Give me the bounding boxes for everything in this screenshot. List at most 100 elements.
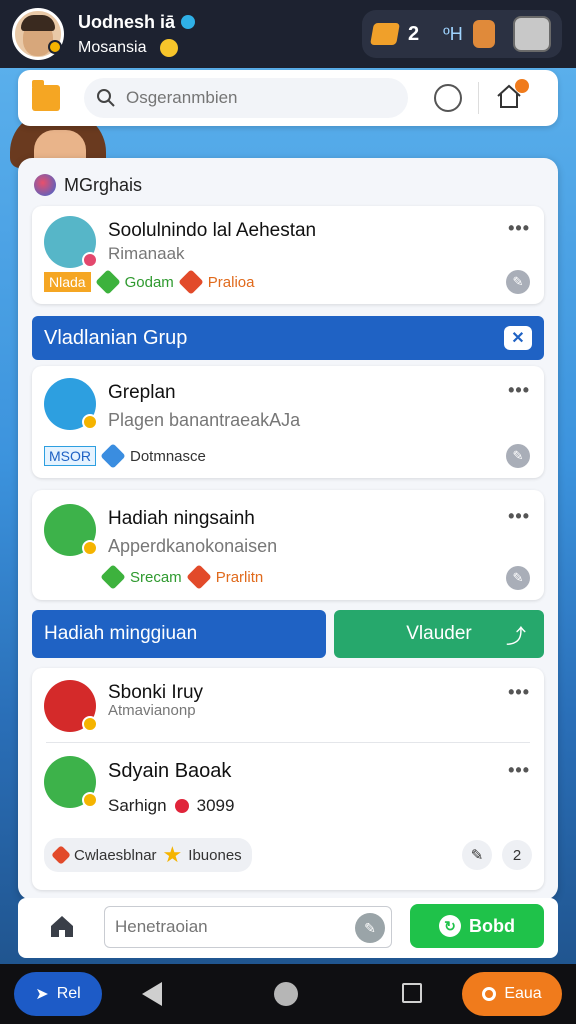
folder-icon[interactable] (32, 80, 60, 111)
avatar (44, 378, 98, 430)
action-row: Hadiah minggiuan Vlauder ⤴ (32, 610, 544, 658)
notification-dot (515, 78, 529, 93)
edit-icon[interactable]: ✎ (462, 840, 492, 870)
group-panel: MGrghais Soolulnindo lal Aehestan Rimana… (18, 158, 558, 900)
list-group: Sbonki Iruy Atmavianonp ••• Sdyain Baoak… (32, 668, 544, 890)
chip-label: Ibuones (188, 846, 242, 864)
bucket-icon[interactable] (512, 16, 551, 52)
star-icon (178, 269, 204, 295)
gem-icon (370, 23, 400, 45)
edit-icon[interactable]: ✎ (506, 566, 530, 590)
card-subtitle: Sarhign 3099 (108, 796, 234, 816)
card-title: Greplan (108, 382, 176, 403)
divider (478, 82, 479, 114)
card-title: Soolulnindo lal Aehestan (108, 220, 317, 241)
avatar-hair (21, 15, 55, 31)
message-input[interactable] (115, 917, 335, 937)
validate-button[interactable]: Vlauder ⤴ (334, 610, 544, 658)
send-button[interactable]: ↻ Bobd (410, 904, 544, 948)
card-subtitle: Atmavianonp (108, 702, 196, 719)
verified-icon (181, 15, 196, 29)
nav-left-label: Rel (56, 985, 81, 1002)
currency-panel[interactable]: 2 ºH (362, 10, 562, 58)
list-item[interactable]: Hadiah ningsainh Apperdkanokonaisen ••• … (32, 490, 544, 600)
chip[interactable]: Cwlaesblnar ★ Ibuones (44, 838, 252, 872)
chip-row: Cwlaesblnar ★ Ibuones (44, 838, 252, 872)
chip-label: Godam (124, 273, 174, 291)
user-sub-row: Mosansia (78, 38, 195, 57)
nav-left-button[interactable]: ➤ Rel (14, 972, 102, 1016)
weekly-reward-button[interactable]: Hadiah minggiuan (32, 610, 326, 658)
panel-title: MGrghais (64, 174, 143, 195)
leaf-icon (100, 564, 126, 590)
avatar (44, 216, 98, 268)
home-icon[interactable] (48, 912, 76, 940)
user-name-row: Uodnesh iā (78, 11, 196, 33)
system-nav-bar: ➤ Rel Eaua (0, 964, 576, 1024)
validate-label: Vlauder (406, 623, 472, 644)
tag-row: MSOR Dotmnasce (44, 443, 206, 469)
user-info: Uodnesh iā Mosansia (78, 11, 196, 57)
message-field[interactable]: ✎ (104, 906, 392, 948)
count-button[interactable]: 2 (502, 840, 532, 870)
avatar[interactable] (44, 756, 98, 808)
card-subtitle: Apperdkanokonaisen (108, 536, 278, 556)
star-icon (185, 564, 212, 590)
leaf-icon (94, 269, 121, 295)
more-options-icon[interactable]: ••• (508, 380, 530, 401)
rank-tag: MSOR (44, 446, 96, 466)
avatar[interactable] (44, 680, 98, 732)
card-value: 3099 (196, 796, 235, 815)
edit-icon[interactable]: ✎ (506, 444, 530, 468)
back-icon[interactable] (142, 982, 162, 1006)
chip-label: Prarlitn (215, 568, 264, 586)
send-icon: ↻ (439, 915, 461, 937)
home-notification-button[interactable] (495, 78, 529, 114)
send-plane-icon: ➤ (35, 986, 49, 1003)
star-icon: ★ (162, 842, 183, 867)
card-title: Sbonki Iruy (108, 682, 204, 703)
top-status-bar: Uodnesh iā Mosansia 2 ºH (0, 0, 576, 68)
list-item[interactable]: Greplan Plagen banantraeakAJa ••• MSOR D… (32, 366, 544, 478)
home-circle-icon[interactable] (274, 982, 298, 1006)
nav-right-label: Eaua (504, 985, 542, 1002)
character-icon (472, 20, 495, 48)
search-icon (97, 89, 115, 107)
group-header-label: Vladlanian Grup (44, 326, 188, 349)
share-icon: ⤴ (506, 625, 526, 648)
card-title: Hadiah ningsainh (108, 508, 255, 529)
more-options-icon[interactable]: ••• (508, 760, 530, 781)
badge-icon (82, 252, 98, 268)
nav-right-button[interactable]: Eaua (462, 972, 562, 1016)
user-name: Uodnesh iā (78, 11, 176, 32)
more-options-icon[interactable]: ••• (508, 218, 530, 239)
card-subtitle: Plagen banantraeakAJa (108, 410, 301, 430)
rank-tag: Nlada (44, 272, 91, 292)
search-field[interactable] (84, 78, 408, 118)
chip-label: Dotmnasce (130, 447, 206, 465)
emoji-icon[interactable] (434, 84, 462, 112)
more-options-icon[interactable]: ••• (508, 506, 530, 527)
edit-icon[interactable]: ✎ (506, 270, 530, 294)
list-item[interactable]: Soolulnindo lal Aehestan Rimanaak ••• Nl… (32, 206, 544, 304)
badge-icon (82, 540, 98, 556)
close-icon[interactable]: ✕ (504, 326, 532, 350)
user-subtitle: Mosansia (78, 38, 147, 56)
card-title: Sdyain Baoak (108, 760, 232, 782)
chip-label: Pralioa (207, 273, 255, 291)
ring-icon (482, 987, 497, 1001)
chip-label: Srecam (130, 568, 182, 586)
badge-icon (82, 414, 98, 430)
recent-apps-icon[interactable] (402, 983, 422, 1003)
chip-label: Cwlaesblnar (74, 846, 157, 864)
group-header-bar: Vladlanian Grup ✕ (32, 316, 544, 360)
star-icon (100, 443, 126, 469)
panel-header: MGrghais (34, 174, 142, 196)
more-options-icon[interactable]: ••• (508, 682, 530, 703)
smile-icon (160, 38, 179, 57)
brush-icon[interactable]: ✎ (355, 913, 385, 943)
compose-bar: ✎ ↻ Bobd (18, 898, 558, 958)
divider (46, 742, 530, 743)
search-input[interactable] (126, 88, 386, 108)
app-logo-icon (34, 174, 56, 196)
